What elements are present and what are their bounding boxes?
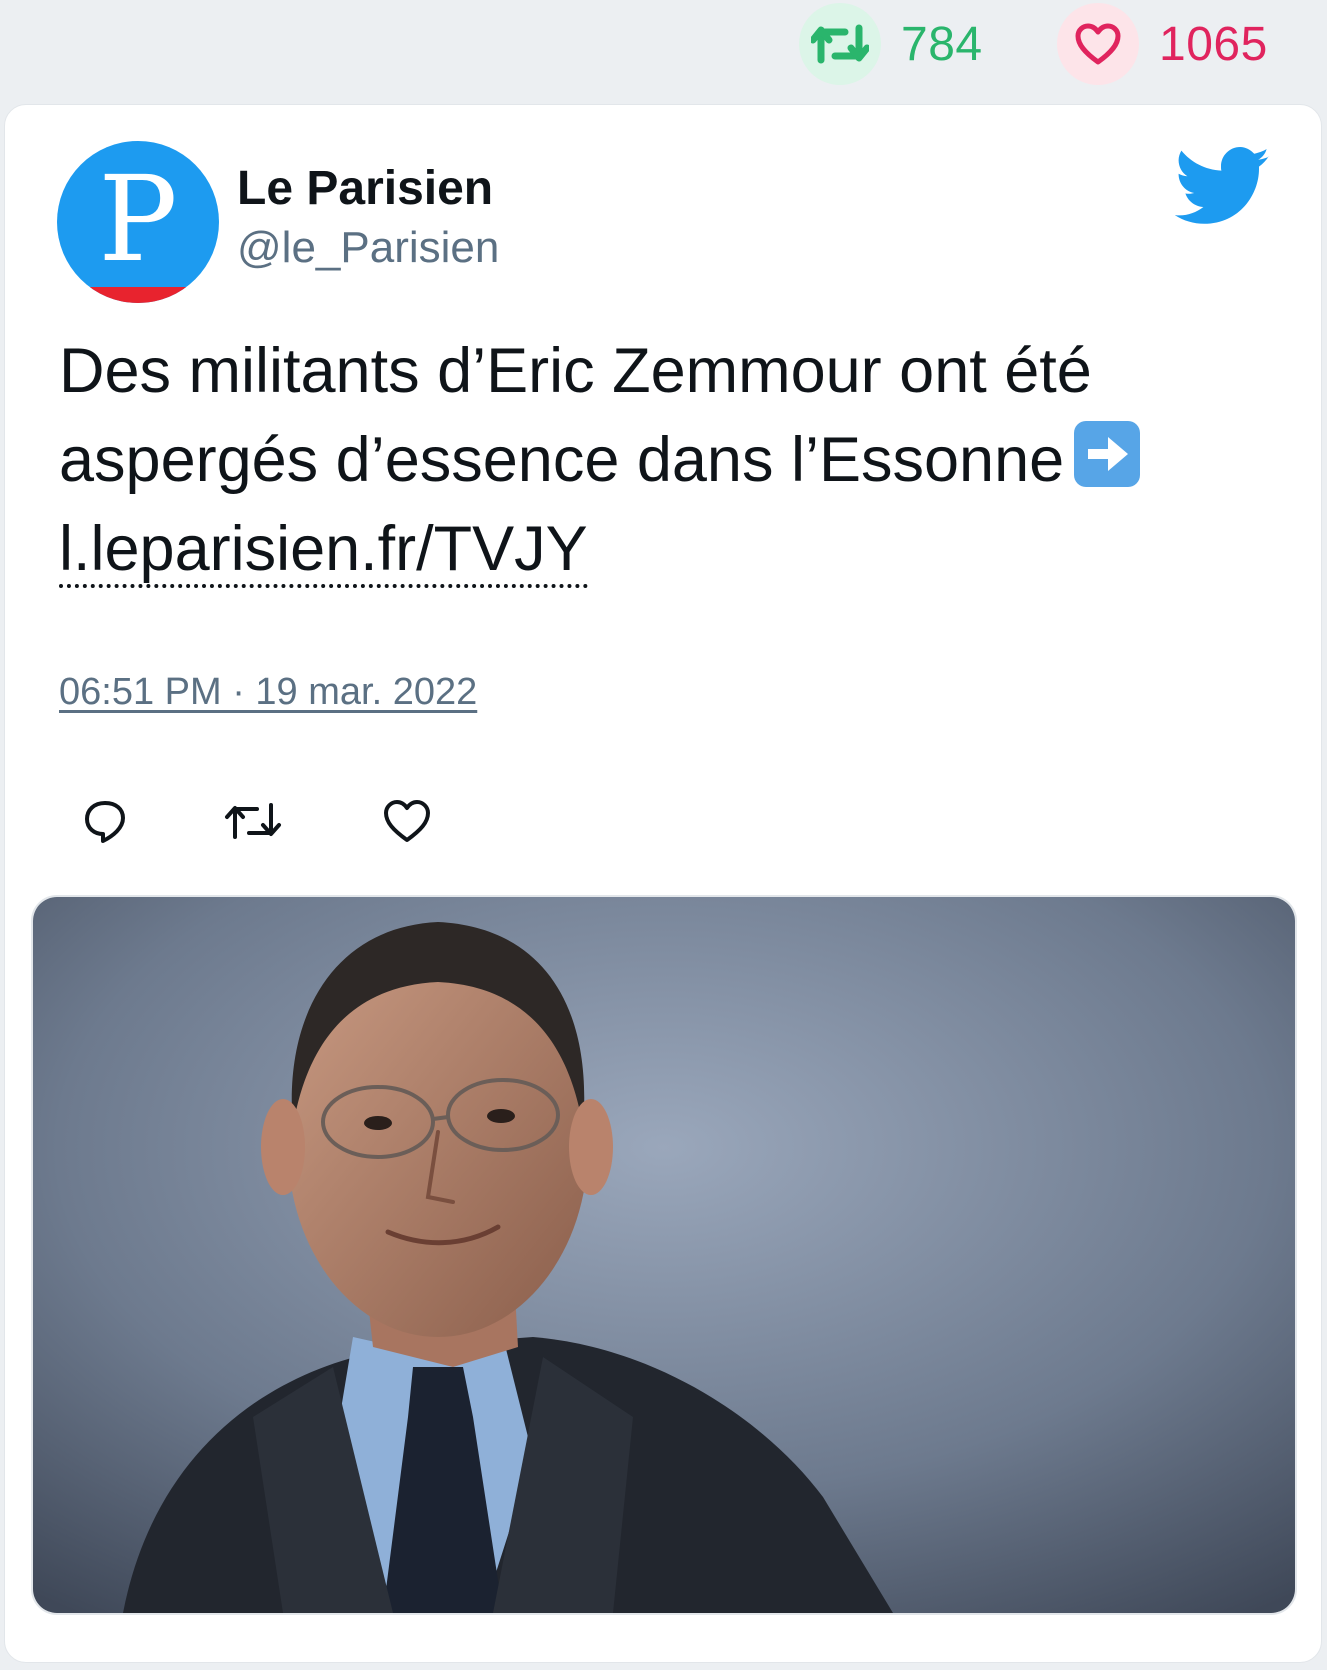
like-stat[interactable]: 1065 — [1057, 0, 1268, 88]
reply-icon — [85, 801, 125, 843]
like-button[interactable] — [377, 791, 437, 851]
portrait-photo — [33, 897, 1295, 1613]
tweet-text: Des militants d’Eric Zemmour ont été asp… — [59, 327, 1269, 594]
like-count: 1065 — [1159, 17, 1268, 71]
tweet-timestamp[interactable]: 06:51 PM · 19 mar. 2022 — [59, 671, 477, 714]
twitter-bird-icon[interactable] — [1175, 147, 1271, 227]
heart-icon[interactable] — [1057, 3, 1139, 85]
tweet-body: Des militants d’Eric Zemmour ont été asp… — [59, 336, 1092, 495]
arrow-right-emoji-icon — [1074, 421, 1141, 487]
retweet-stat[interactable]: 784 — [799, 0, 983, 88]
avatar-logo-letter: P — [98, 150, 178, 288]
reply-button[interactable] — [75, 791, 135, 851]
engagement-stats-bar: 784 1065 — [0, 0, 1327, 88]
retweet-button[interactable] — [223, 791, 283, 851]
tweet-link[interactable]: l.leparisien.fr/TVJY — [59, 514, 588, 588]
heart-icon — [384, 800, 430, 842]
avatar[interactable]: P — [57, 141, 219, 303]
tweet-card: P Le Parisien @le_Parisien Des militants… — [4, 104, 1322, 1663]
avatar-stripe — [57, 287, 219, 303]
tweet-media-image[interactable] — [31, 895, 1297, 1615]
author-handle[interactable]: @le_Parisien — [237, 223, 499, 273]
retweet-icon[interactable] — [799, 3, 881, 85]
retweet-count: 784 — [901, 17, 983, 71]
retweet-icon — [225, 803, 281, 839]
author-name[interactable]: Le Parisien — [237, 161, 493, 216]
